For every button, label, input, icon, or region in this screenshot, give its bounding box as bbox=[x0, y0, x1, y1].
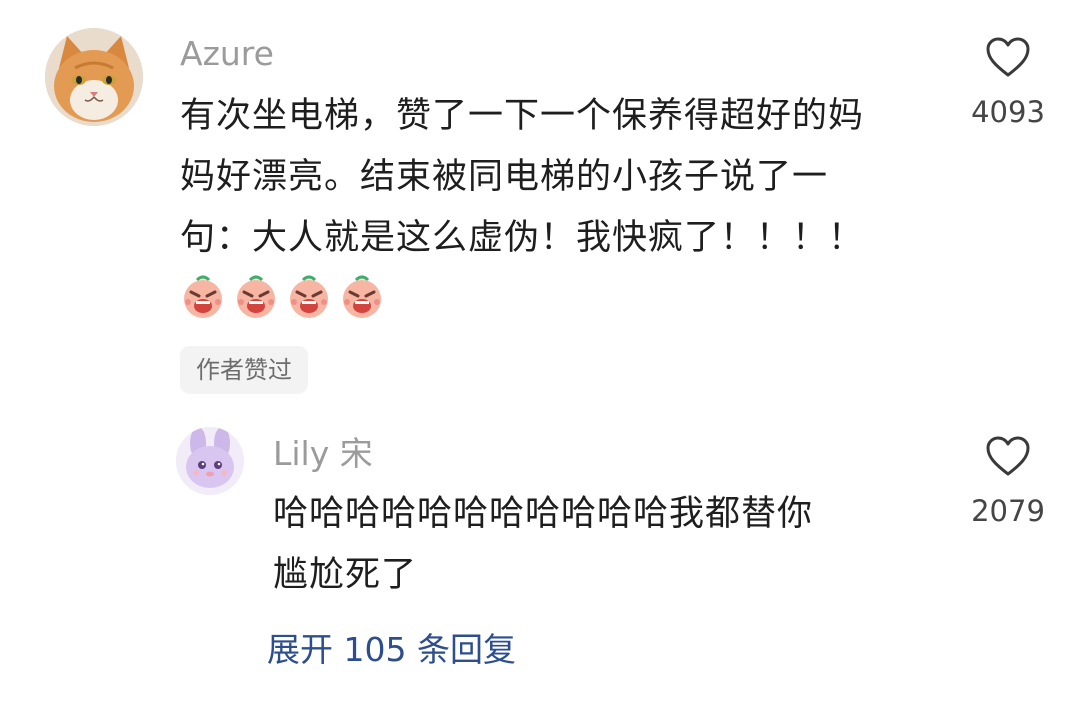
like-count: 2079 bbox=[971, 494, 1045, 528]
reply-body: 哈哈哈哈哈哈哈哈哈哈哈我都替你 尴尬死了 bbox=[273, 484, 813, 606]
like-control-reply[interactable]: 2079 bbox=[962, 435, 1054, 529]
comment-line: 句：大人就是这么虚伪！我快疯了！！！！ bbox=[180, 218, 865, 258]
avatar-azure[interactable] bbox=[45, 28, 143, 126]
comment-username[interactable]: Azure bbox=[180, 32, 274, 76]
crying-face-emoji bbox=[343, 275, 381, 318]
like-count: 4093 bbox=[971, 95, 1045, 129]
like-control-main[interactable]: 4093 bbox=[962, 36, 1054, 130]
avatar-lily[interactable] bbox=[176, 427, 244, 495]
reply-line: 尴尬死了 bbox=[273, 555, 418, 595]
reply-line: 哈哈哈哈哈哈哈哈哈哈哈我都替你 bbox=[273, 494, 814, 534]
heart-icon[interactable] bbox=[985, 36, 1031, 78]
crying-face-emoji bbox=[237, 275, 275, 318]
emoji-row bbox=[179, 272, 386, 320]
heart-icon[interactable] bbox=[985, 435, 1031, 477]
crying-face-emoji bbox=[290, 275, 328, 318]
author-liked-tag: 作者赞过 bbox=[180, 346, 308, 394]
comment-line: 有次坐电梯，赞了一下一个保养得超好的妈 bbox=[180, 96, 865, 136]
expand-replies-link[interactable]: 展开 105 条回复 bbox=[267, 628, 516, 672]
crying-face-emoji bbox=[184, 275, 222, 318]
comment-body: 有次坐电梯，赞了一下一个保养得超好的妈 妈好漂亮。结束被同电梯的小孩子说了一 句… bbox=[180, 86, 864, 269]
reply-username[interactable]: Lily 宋 bbox=[273, 432, 373, 476]
comment-line: 妈好漂亮。结束被同电梯的小孩子说了一 bbox=[180, 157, 829, 197]
